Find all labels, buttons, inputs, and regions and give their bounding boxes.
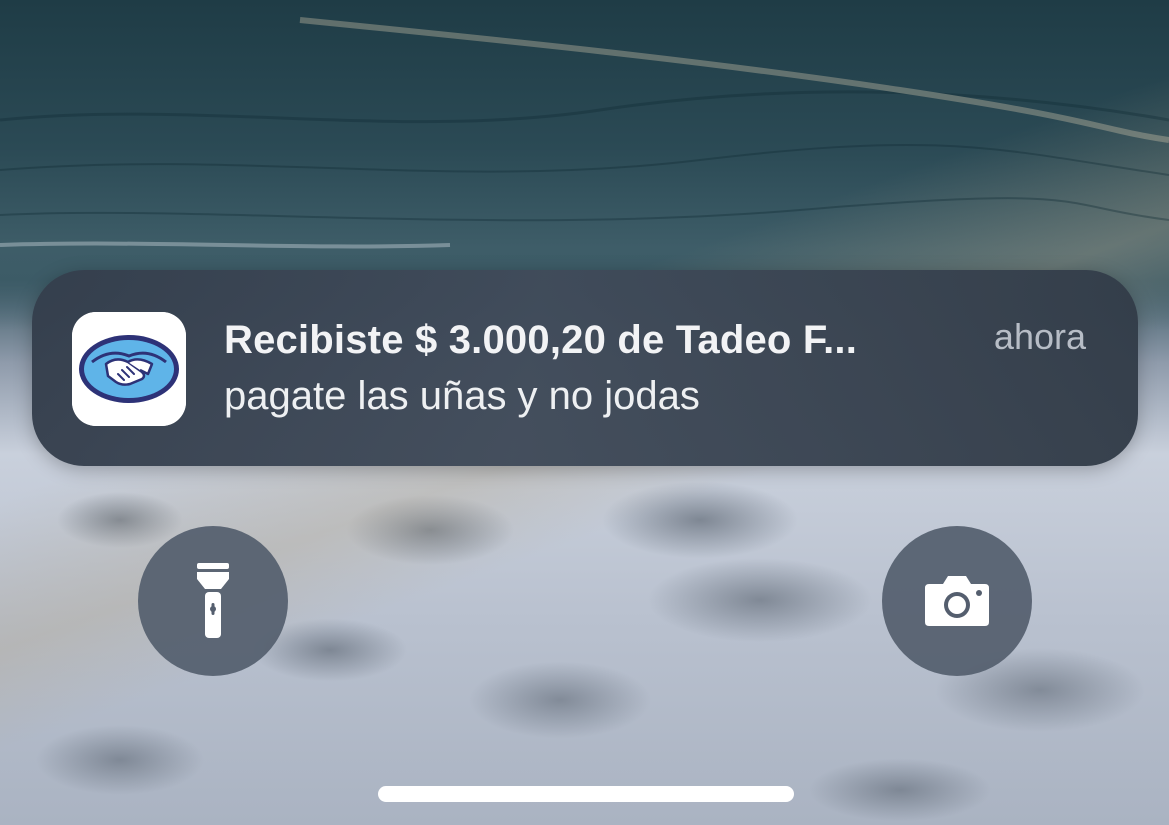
- handshake-icon: [72, 312, 186, 426]
- flashlight-icon: [197, 563, 229, 638]
- mercado-pago-app-icon: [72, 312, 186, 426]
- camera-icon: [925, 576, 989, 626]
- wallpaper-wave-texture: [0, 17, 1169, 249]
- lock-screen: Recibiste $ 3.000,20 de Tadeo F... ahora…: [0, 0, 1169, 825]
- notification-title: Recibiste $ 3.000,20 de Tadeo F...: [224, 318, 858, 362]
- home-indicator[interactable]: [378, 786, 794, 802]
- camera-button[interactable]: [882, 526, 1032, 676]
- notification-time: ahora: [993, 316, 1086, 357]
- notification-banner[interactable]: Recibiste $ 3.000,20 de Tadeo F... ahora…: [32, 270, 1138, 466]
- flashlight-button[interactable]: [138, 526, 288, 676]
- notification-body: pagate las uñas y no jodas: [224, 374, 700, 418]
